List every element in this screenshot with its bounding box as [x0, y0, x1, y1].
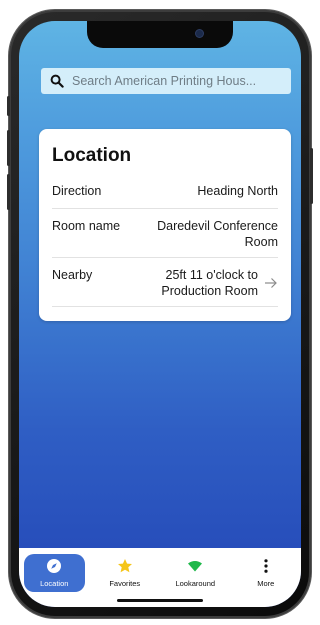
compass-icon — [47, 559, 62, 573]
location-card: Location Direction Heading North Room na… — [39, 129, 291, 321]
room-name-label: Room name — [52, 219, 121, 233]
nearby-row[interactable]: Nearby 25ft 11 o'clock to Production Roo… — [52, 258, 278, 307]
direction-row: Direction Heading North — [52, 173, 278, 209]
search-icon — [50, 74, 64, 88]
app-screen: Location Direction Heading North Room na… — [19, 21, 301, 607]
more-vertical-icon — [264, 559, 268, 573]
nearby-label: Nearby — [52, 268, 93, 282]
nav-item-label: More — [257, 579, 275, 588]
wifi-signal-icon — [188, 561, 203, 572]
star-icon — [117, 559, 132, 573]
search-bar[interactable] — [41, 68, 291, 94]
direction-label: Direction — [52, 184, 102, 198]
arrow-right-icon[interactable] — [264, 276, 278, 290]
camera-icon — [196, 30, 203, 37]
direction-value: Heading North — [197, 184, 278, 198]
room-name-row: Room name Daredevil Conference Room — [52, 209, 278, 258]
volume-down-button — [7, 174, 10, 210]
page: Location Direction Heading North Room na… — [0, 0, 320, 625]
power-button — [310, 148, 313, 204]
nearby-value-wrap: 25ft 11 o'clock to Production Room — [148, 267, 278, 299]
room-name-value: Daredevil Conference Room — [157, 219, 278, 249]
notch — [87, 21, 233, 48]
home-indicator[interactable] — [117, 599, 203, 602]
nav-item-label: Location — [40, 579, 69, 588]
silent-switch — [7, 96, 10, 116]
nearby-value: 25ft 11 o'clock to Production Room — [161, 268, 258, 298]
volume-up-button — [7, 130, 10, 166]
nav-item-label: Lookaround — [175, 579, 216, 588]
location-card-title: Location — [52, 145, 132, 166]
nav-item-location[interactable]: Location — [19, 554, 90, 607]
search-input[interactable] — [72, 74, 277, 88]
nav-item-more[interactable]: More — [231, 554, 302, 607]
nav-item-label: Favorites — [109, 579, 141, 588]
